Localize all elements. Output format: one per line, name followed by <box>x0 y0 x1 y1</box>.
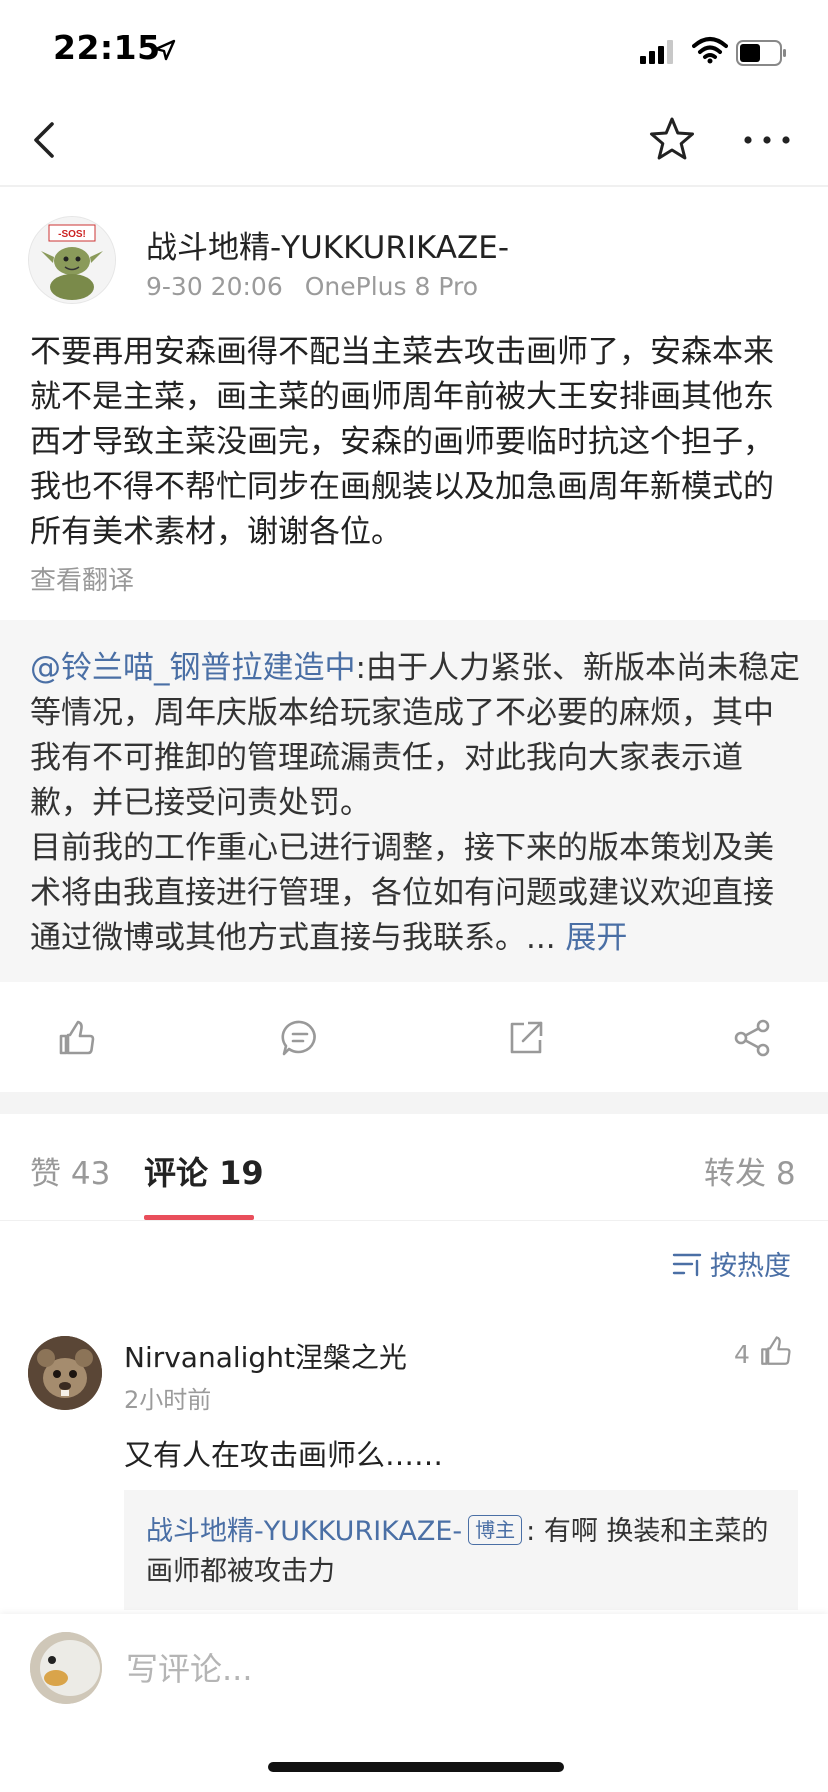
sort-icon <box>672 1253 702 1276</box>
comment-like-count: 4 <box>734 1340 750 1369</box>
tab-comments[interactable]: 评论 19 <box>144 1148 264 1194</box>
repost-body: :由于人力紧张、新版本尚未稳定等情况，周年庆版本给玩家造成了不必要的麻烦，其中我… <box>30 650 800 956</box>
repost-mention-link[interactable]: @铃兰喵_钢普拉建造中 <box>30 650 356 686</box>
tab-likes[interactable]: 赞 43 <box>30 1148 110 1193</box>
repost-text: @铃兰喵_钢普拉建造中:由于人力紧张、新版本尚未稳定等情况，周年庆版本给玩家造成… <box>30 646 802 961</box>
sort-label: 按热度 <box>710 1251 791 1282</box>
avatar-sign-text: -SOS! <box>58 229 86 240</box>
comment-text: 又有人在攻击画师么…… <box>124 1438 444 1472</box>
translate-link[interactable]: 查看翻译 <box>30 560 134 597</box>
post-author-name[interactable]: 战斗地精-YUKKURIKAZE- <box>146 222 509 267</box>
share-icon[interactable] <box>732 1018 772 1058</box>
goblin-avatar-icon: -SOS! <box>29 217 115 303</box>
blogger-badge: 博主 <box>468 1515 523 1545</box>
comment-input[interactable] <box>126 1644 796 1694</box>
favorite-star-icon[interactable] <box>648 116 696 162</box>
commenter-name[interactable]: Nirvanalight涅槃之光 <box>124 1336 407 1376</box>
section-gap <box>0 1092 828 1114</box>
more-options-icon[interactable] <box>742 128 792 152</box>
comment-time: 2小时前 <box>124 1386 212 1414</box>
author-avatar[interactable]: -SOS! <box>28 216 116 304</box>
reply-text: 战斗地精-YUKKURIKAZE- 博主: 有啊 换装和主菜的画师都被攻击力 <box>146 1512 782 1592</box>
commenter-avatar[interactable] <box>28 1336 102 1410</box>
reply-author-name[interactable]: 战斗地精-YUKKURIKAZE- <box>146 1516 462 1547</box>
bird-avatar-icon <box>30 1632 102 1704</box>
post-meta: 9-30 20:06 OnePlus 8 Pro <box>146 272 500 301</box>
sort-by-hot-button[interactable]: 按热度 <box>672 1244 791 1283</box>
comment-like-icon[interactable] <box>758 1334 792 1368</box>
home-indicator <box>268 1762 564 1772</box>
status-time: 22:15 <box>53 28 161 67</box>
back-icon[interactable] <box>28 118 62 162</box>
post-body-text: 不要再用安森画得不配当主菜去攻击画师了，安森本来就不是主菜，画主菜的画师周年前被… <box>30 334 774 550</box>
nav-divider <box>0 185 828 187</box>
battery-icon <box>736 40 786 66</box>
post-date: 9-30 20:06 <box>146 272 283 301</box>
repost-icon[interactable] <box>506 1018 546 1058</box>
like-icon[interactable] <box>56 1018 96 1058</box>
location-arrow-icon <box>154 39 176 61</box>
rodent-avatar-icon <box>28 1336 102 1410</box>
comment-icon[interactable] <box>280 1018 320 1058</box>
expand-link[interactable]: 展开 <box>565 920 627 956</box>
tabs-divider <box>0 1220 828 1221</box>
current-user-avatar <box>30 1632 102 1704</box>
tab-reposts[interactable]: 转发 8 <box>704 1148 796 1193</box>
wifi-icon <box>692 37 728 64</box>
post-device: OnePlus 8 Pro <box>304 272 478 301</box>
cellular-signal-icon <box>640 40 673 64</box>
